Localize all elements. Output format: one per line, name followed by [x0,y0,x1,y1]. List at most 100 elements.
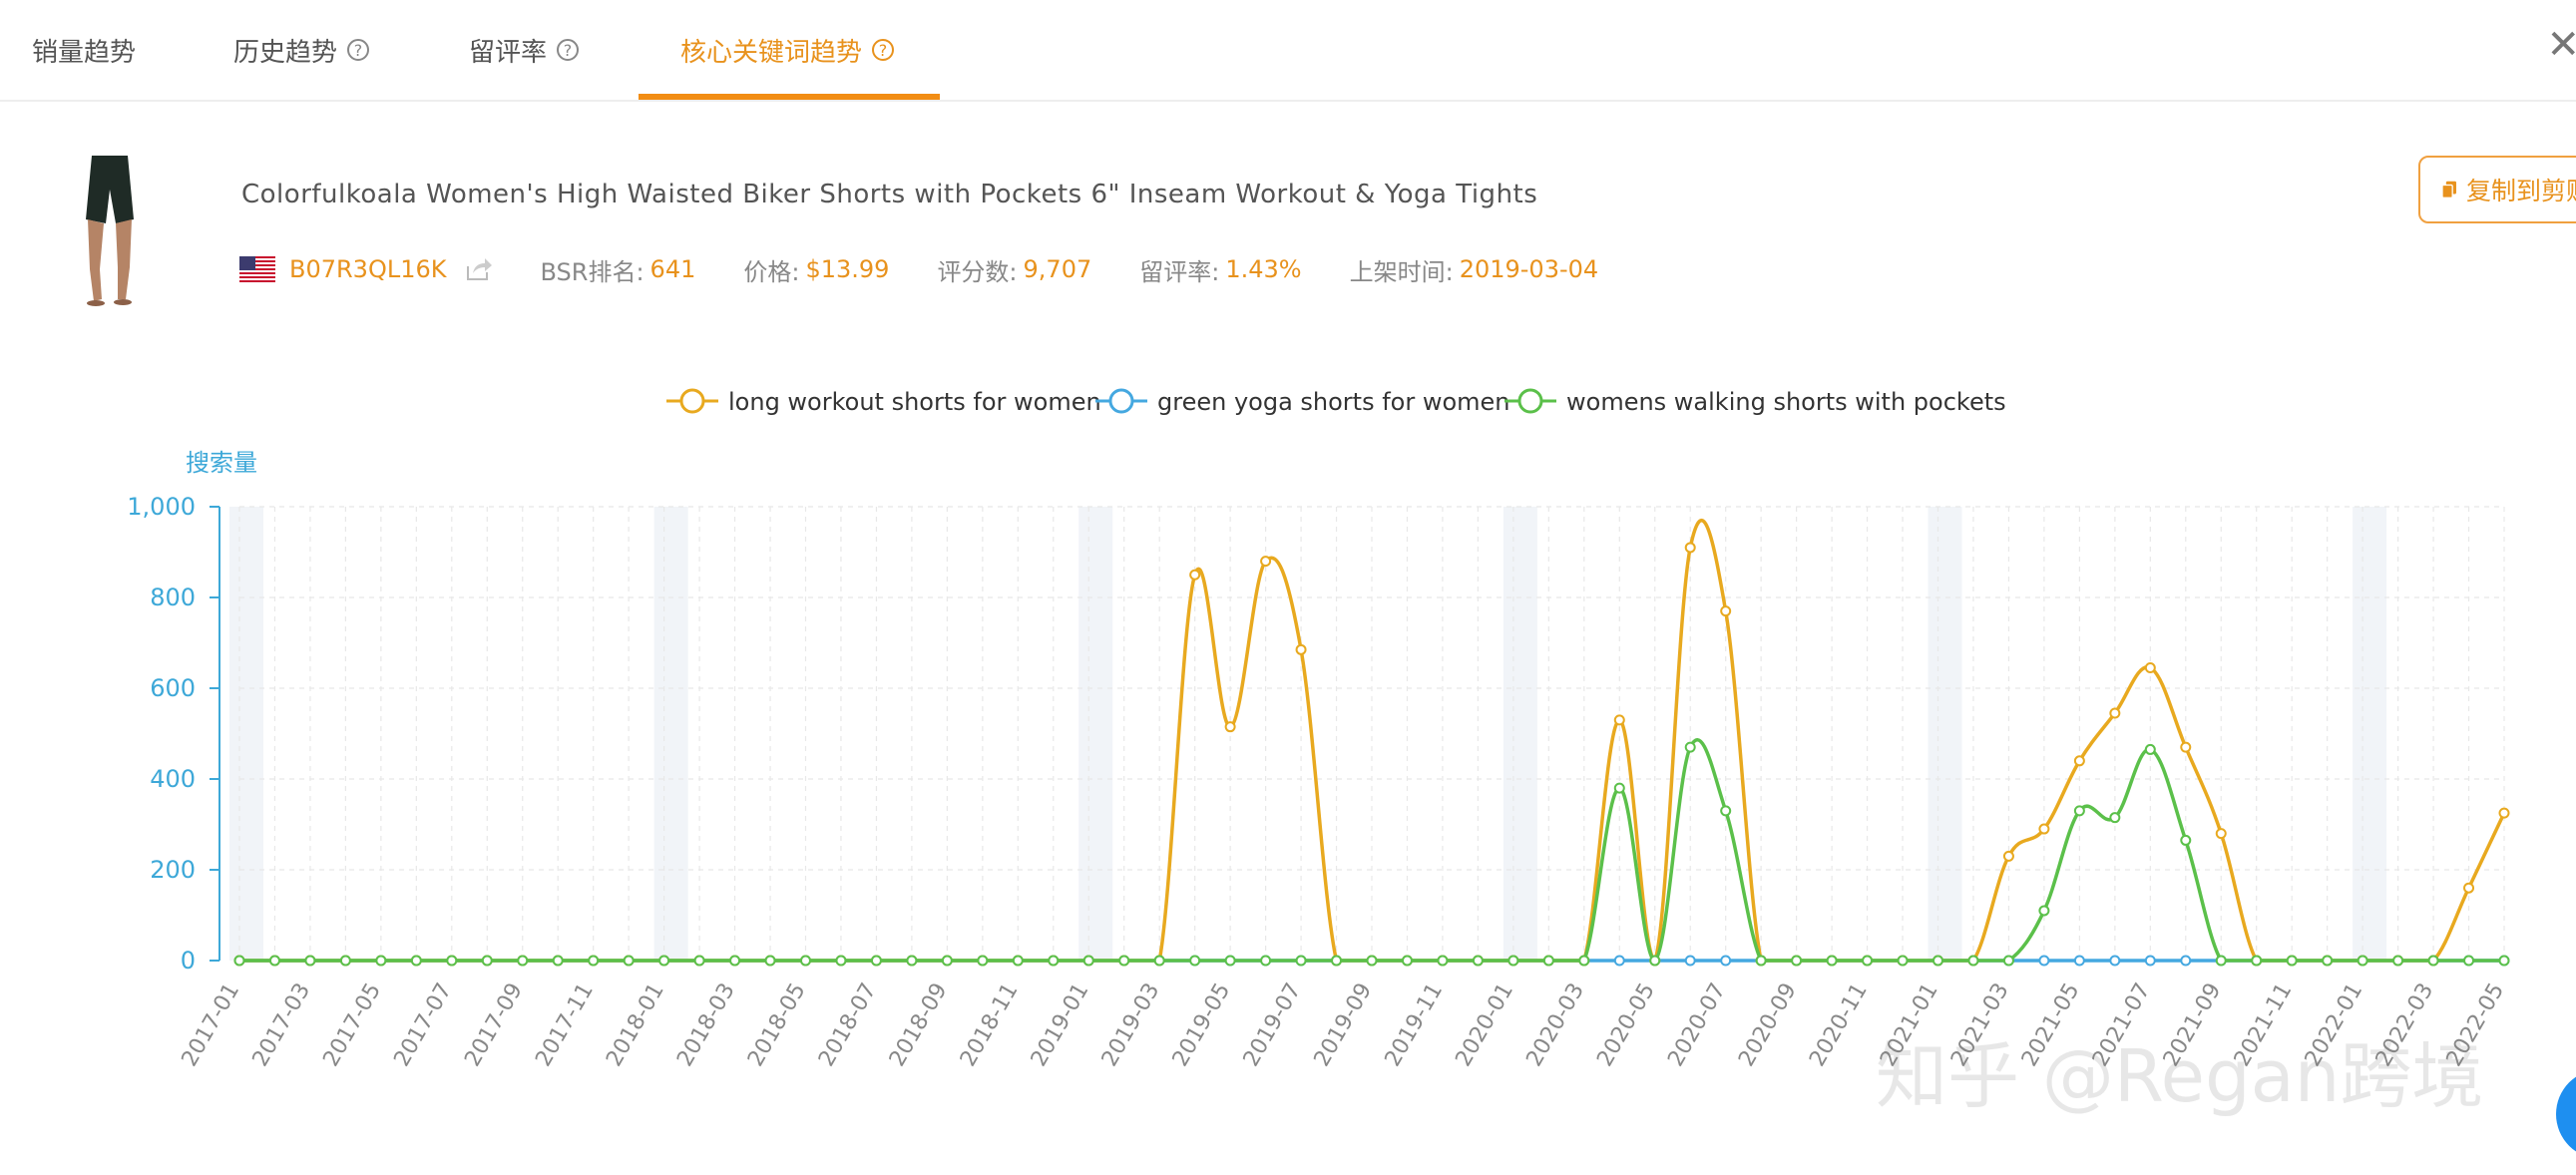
close-icon[interactable]: ✕ [2546,22,2576,68]
data-point [2144,743,2156,755]
data-point [1578,955,1590,967]
tab-label: 销量趋势 [32,37,137,68]
x-tick-label: 2019-05 [1168,979,1236,1071]
data-point [2215,828,2227,840]
tab-core-keyword-trend[interactable]: 核心关键词趋势 ? [680,0,895,100]
data-point [1684,741,1696,753]
data-point [658,955,670,967]
data-point [1118,955,1130,967]
data-point [1542,955,1554,967]
y-tick-label: 200 [150,856,196,884]
data-point [1260,955,1272,967]
legend-label: green yoga shorts for women [1157,388,1510,416]
x-tick-label: 2020-03 [1521,979,1589,1071]
year-band [653,507,688,961]
data-point [1224,955,1236,967]
data-point [1331,955,1343,967]
data-point [1082,955,1094,967]
data-point [2073,955,2085,967]
data-point [1189,955,1201,967]
copy-to-clipboard-button[interactable]: 复制到剪贴板 [2418,156,2576,223]
data-point [446,955,458,967]
watermark: 知乎 @Regan跨境 [1876,1034,2484,1118]
data-point [2251,955,2263,967]
data-point [1366,955,1378,967]
x-tick-label: 2020-11 [1805,979,1873,1071]
data-point [623,955,635,967]
bsr-label: BSR排名: [540,257,644,286]
data-point [2357,955,2368,967]
help-icon[interactable]: ? [872,39,895,61]
data-point [1437,955,1449,967]
data-point [2038,905,2050,917]
data-point [2463,955,2475,967]
data-point [1048,955,1060,967]
help-icon[interactable]: ? [347,39,370,61]
data-point [2002,850,2014,862]
x-tick-label: 2019-09 [1310,979,1378,1071]
product-meta: B07R3QL16K BSR排名: 641 价格: $13.99 评分数: 9,… [239,251,1598,287]
data-point [375,955,387,967]
data-point [1826,955,1838,967]
legend-marker [679,388,705,414]
data-point [2463,882,2475,894]
data-point [1791,955,1803,967]
legend-marker [1108,388,1134,414]
data-point [2180,741,2192,753]
data-point [1295,955,1307,967]
data-point [1260,556,1272,568]
data-point [835,955,847,967]
tab-history-trend[interactable]: 历史趋势 ? [233,0,370,100]
x-tick-label: 2018-01 [602,979,669,1071]
data-point [1897,955,1909,967]
data-point [1932,955,1943,967]
year-band [1928,507,1962,961]
x-tick-label: 2018-11 [956,979,1024,1071]
data-point [2498,955,2510,967]
product-thumbnail[interactable] [70,150,150,309]
year-band [1503,507,1537,961]
y-tick-label: 0 [181,947,196,975]
tab-review-rate[interactable]: 留评率 ? [469,0,580,100]
tab-sales-trend[interactable]: 销量趋势 [32,0,136,100]
x-tick-label: 2020-07 [1663,979,1731,1071]
data-point [1189,569,1201,581]
data-point [410,955,422,967]
review-rate-value: 1.43% [1225,255,1302,283]
data-point [2144,662,2156,674]
data-point [1613,714,1625,726]
tab-bar: 销量趋势 历史趋势 ? 留评率 ? 核心关键词趋势 ? ✕ [0,0,2576,102]
help-icon[interactable]: ? [557,39,580,61]
data-point [1401,955,1413,967]
legend-label: long workout shorts for women [728,388,1101,416]
y-tick-label: 600 [150,674,196,702]
y-tick-label: 800 [150,584,196,611]
x-tick-label: 2017-03 [248,979,316,1071]
data-point [977,955,989,967]
tab-label: 历史趋势 [233,37,338,68]
asin-link[interactable]: B07R3QL16K [289,255,447,283]
data-point [2144,955,2156,967]
data-point [2038,955,2050,967]
data-point [517,955,529,967]
data-point [481,955,493,967]
data-point [2109,707,2121,719]
data-point [2073,755,2085,767]
us-flag-icon [239,256,275,282]
data-point [764,955,776,967]
tab-label: 留评率 [469,37,548,68]
year-band [1078,507,1113,961]
data-point [1720,605,1732,617]
x-tick-label: 2019-11 [1381,979,1449,1071]
x-tick-label: 2019-03 [1097,979,1165,1071]
data-point [2180,955,2192,967]
share-icon[interactable] [465,256,493,282]
copy-button-label: 复制到剪贴板 [2465,177,2576,205]
data-point [1720,955,1732,967]
data-point [2322,955,2334,967]
review-rate-label: 留评率: [1139,257,1220,286]
product-title: Colorfulkoala Women's High Waisted Biker… [241,180,1538,209]
data-point [233,955,245,967]
data-point [1684,955,1696,967]
data-point [268,955,280,967]
